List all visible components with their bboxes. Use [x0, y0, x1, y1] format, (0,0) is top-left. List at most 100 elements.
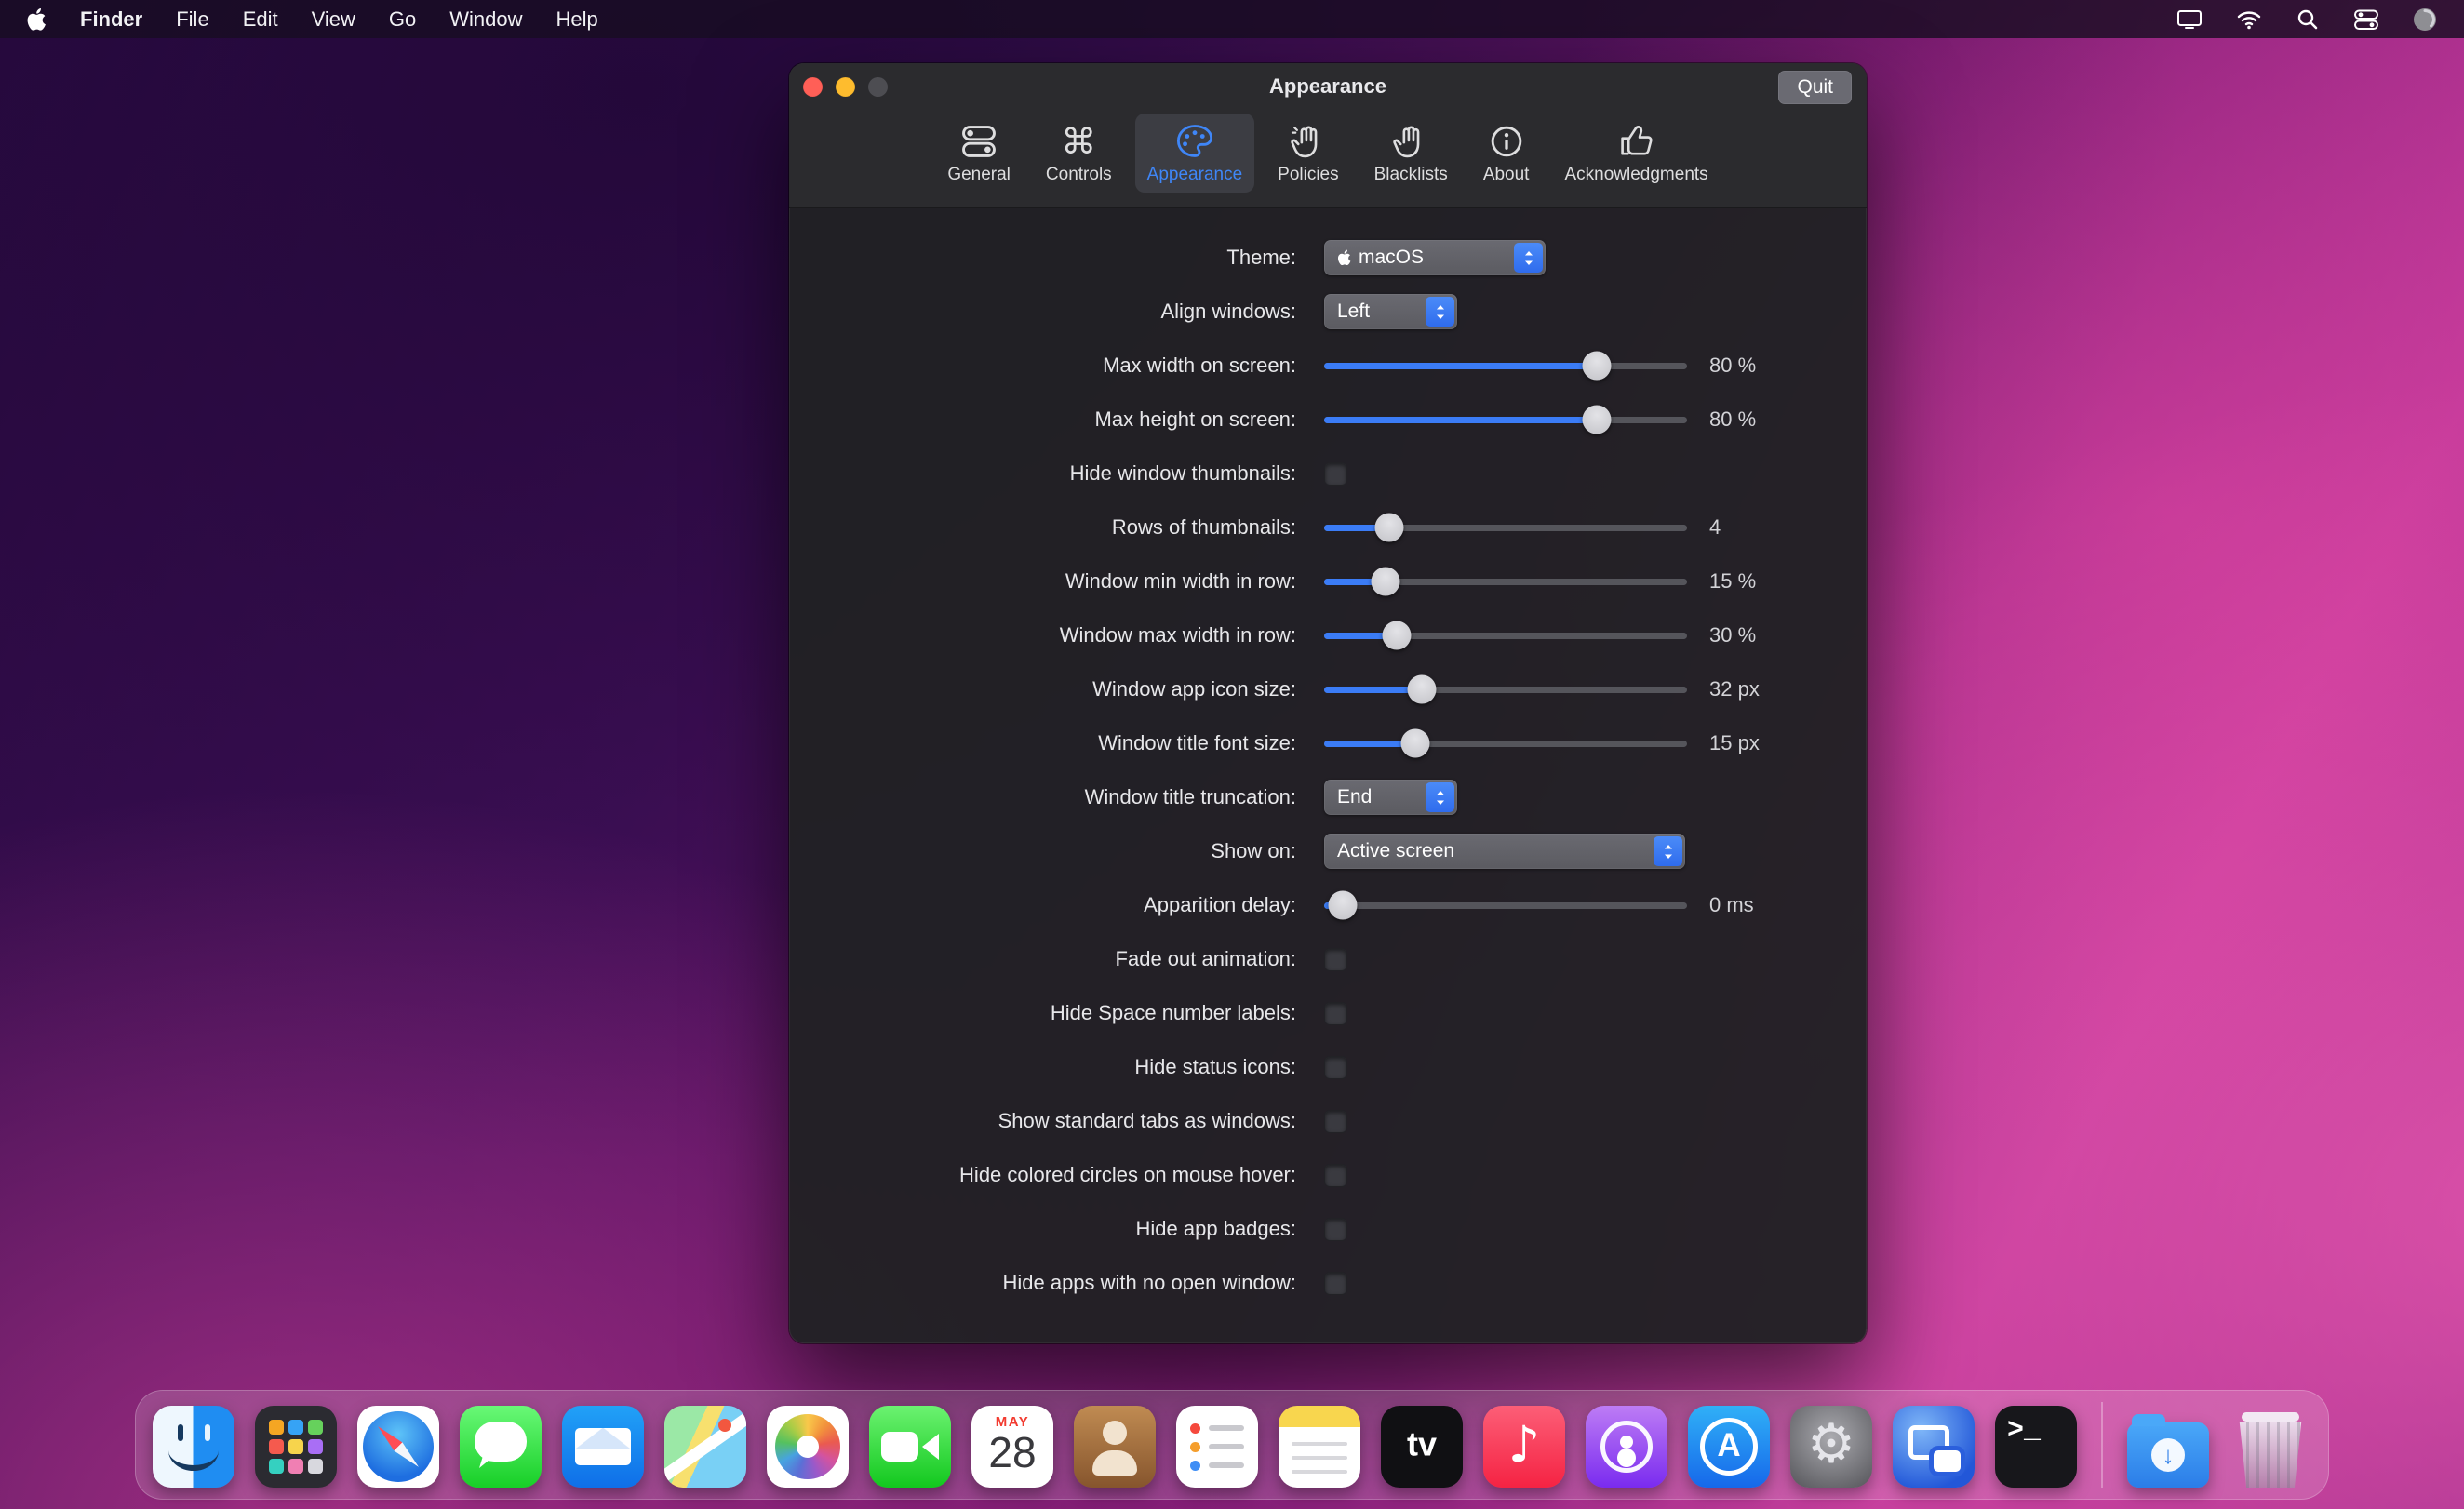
- slider-knob[interactable]: [1328, 891, 1357, 920]
- command-icon: ⌘: [1061, 121, 1096, 162]
- slider-knob[interactable]: [1375, 514, 1404, 542]
- setting-row-hide-space-number-labels: Hide Space number labels:: [789, 986, 1867, 1040]
- dock-item-trash[interactable]: [2230, 1406, 2311, 1488]
- menu-item-view[interactable]: View: [312, 7, 355, 32]
- toggles-icon: [958, 121, 999, 162]
- select-show-on[interactable]: Active screen: [1324, 834, 1685, 869]
- dock-item-mail[interactable]: [562, 1406, 644, 1488]
- slider-window-title-font-size[interactable]: [1324, 741, 1687, 747]
- slider-window-app-icon-size[interactable]: [1324, 687, 1687, 693]
- dock-item-launchpad[interactable]: [255, 1406, 337, 1488]
- slider-apparition-delay[interactable]: [1324, 902, 1687, 909]
- checkbox-hide-window-thumbnails[interactable]: [1324, 462, 1347, 486]
- tab-acknowledgments[interactable]: Acknowledgments: [1552, 114, 1720, 193]
- setting-label-window-max-width-in-row: Window max width in row:: [789, 623, 1296, 648]
- setting-row-show-on: Show on:Active screen: [789, 824, 1867, 878]
- settings-list: Theme:macOSAlign windows:LeftMax width o…: [789, 208, 1867, 1319]
- select-window-title-truncation[interactable]: End: [1324, 780, 1457, 815]
- appearance-window: Appearance Quit General ⌘ Controls Appearan…: [789, 63, 1867, 1343]
- tab-policies[interactable]: Policies: [1265, 114, 1350, 193]
- setting-value-rows-of-thumbnails: 4: [1709, 515, 1721, 540]
- slider-knob[interactable]: [1400, 729, 1429, 758]
- setting-label-align-windows: Align windows:: [789, 300, 1296, 324]
- setting-value-max-width-on-screen: 80 %: [1709, 354, 1756, 378]
- checkbox-hide-status-icons[interactable]: [1324, 1056, 1347, 1079]
- menu-item-help[interactable]: Help: [556, 7, 598, 32]
- slider-knob[interactable]: [1383, 621, 1412, 650]
- menu-item-window[interactable]: Window: [449, 7, 522, 32]
- dock-item-tv[interactable]: [1381, 1406, 1463, 1488]
- setting-row-hide-status-icons: Hide status icons:: [789, 1040, 1867, 1094]
- calendar-day: 28: [988, 1430, 1036, 1475]
- dock-item-notes[interactable]: [1279, 1406, 1360, 1488]
- tab-label: Controls: [1046, 165, 1112, 185]
- dock-item-contacts[interactable]: [1074, 1406, 1156, 1488]
- dock-item-terminal[interactable]: [1995, 1406, 2077, 1488]
- setting-control-show-on: Active screen: [1324, 834, 1685, 869]
- tab-appearance[interactable]: Appearance: [1135, 114, 1254, 193]
- tab-general[interactable]: General: [935, 114, 1023, 193]
- select-theme[interactable]: macOS: [1324, 240, 1546, 275]
- quit-button[interactable]: Quit: [1778, 71, 1852, 104]
- slider-window-max-width-in-row[interactable]: [1324, 633, 1687, 639]
- apple-menu-icon[interactable]: [26, 7, 47, 32]
- menu-bar: Finder File Edit View Go Window Help: [0, 0, 2464, 38]
- dock-item-podcasts[interactable]: [1586, 1406, 1667, 1488]
- control-center-icon[interactable]: [2352, 6, 2380, 33]
- dock-item-system-preferences[interactable]: [1790, 1406, 1872, 1488]
- slider-max-width-on-screen[interactable]: [1324, 363, 1687, 369]
- tab-about[interactable]: About: [1471, 114, 1542, 193]
- user-avatar-icon[interactable]: [2412, 6, 2438, 33]
- select-value: Left: [1337, 300, 1370, 323]
- dock-item-maps[interactable]: [664, 1406, 746, 1488]
- dock-item-downloads[interactable]: [2127, 1406, 2209, 1488]
- app-store-icon: [1688, 1406, 1770, 1488]
- spotlight-icon[interactable]: [2295, 6, 2321, 33]
- dock-item-safari[interactable]: [357, 1406, 439, 1488]
- tab-blacklists[interactable]: Blacklists: [1362, 114, 1460, 193]
- setting-label-window-min-width-in-row: Window min width in row:: [789, 569, 1296, 594]
- menu-app-name[interactable]: Finder: [80, 7, 142, 32]
- setting-control-show-standard-tabs-as-windows: [1324, 1110, 1347, 1133]
- checkbox-show-standard-tabs-as-windows[interactable]: [1324, 1110, 1347, 1133]
- setting-row-show-standard-tabs-as-windows: Show standard tabs as windows:: [789, 1094, 1867, 1148]
- checkbox-hide-app-badges[interactable]: [1324, 1218, 1347, 1241]
- dock-item-music[interactable]: [1483, 1406, 1565, 1488]
- select-align-windows[interactable]: Left: [1324, 294, 1457, 329]
- stepper-arrows-icon: [1514, 243, 1543, 273]
- menu-item-edit[interactable]: Edit: [243, 7, 278, 32]
- window-header: Appearance Quit General ⌘ Controls Appearan…: [789, 63, 1867, 208]
- slider-rows-of-thumbnails[interactable]: [1324, 525, 1687, 531]
- dock-item-photos[interactable]: [767, 1406, 849, 1488]
- slider-knob[interactable]: [1372, 568, 1400, 596]
- dock-item-facetime[interactable]: [869, 1406, 951, 1488]
- setting-label-window-app-icon-size: Window app icon size:: [789, 677, 1296, 701]
- checkbox-hide-colored-circles-on-mouse-hover[interactable]: [1324, 1164, 1347, 1187]
- toolbar-tabs: General ⌘ Controls AppearancePoliciesBlackl…: [789, 110, 1867, 207]
- display-icon[interactable]: [2176, 6, 2203, 33]
- slider-knob[interactable]: [1582, 406, 1611, 434]
- wifi-icon[interactable]: [2235, 6, 2263, 33]
- tab-label: General: [947, 165, 1011, 185]
- dock-item-finder[interactable]: [153, 1406, 234, 1488]
- dock-item-alttab[interactable]: [1893, 1406, 1975, 1488]
- dock-item-messages[interactable]: [460, 1406, 542, 1488]
- checkbox-fade-out-animation[interactable]: [1324, 948, 1347, 971]
- slider-knob[interactable]: [1408, 675, 1437, 704]
- slider-knob[interactable]: [1582, 352, 1611, 381]
- checkbox-hide-apps-with-no-open-window[interactable]: [1324, 1272, 1347, 1295]
- setting-row-hide-apps-with-no-open-window: Hide apps with no open window:: [789, 1256, 1867, 1310]
- dock-item-app-store[interactable]: [1688, 1406, 1770, 1488]
- dock-item-reminders[interactable]: [1176, 1406, 1258, 1488]
- checkbox-hide-space-number-labels[interactable]: [1324, 1002, 1347, 1025]
- slider-max-height-on-screen[interactable]: [1324, 417, 1687, 423]
- slider-window-min-width-in-row[interactable]: [1324, 579, 1687, 585]
- slider-fill: [1324, 363, 1597, 369]
- setting-control-fade-out-animation: [1324, 948, 1347, 971]
- setting-label-hide-app-badges: Hide app badges:: [789, 1217, 1296, 1241]
- menu-item-file[interactable]: File: [176, 7, 208, 32]
- dock-item-calendar[interactable]: MAY28: [971, 1406, 1053, 1488]
- tab-controls[interactable]: ⌘ Controls: [1034, 114, 1124, 193]
- menu-item-go[interactable]: Go: [389, 7, 416, 32]
- setting-label-hide-status-icons: Hide status icons:: [789, 1055, 1296, 1079]
